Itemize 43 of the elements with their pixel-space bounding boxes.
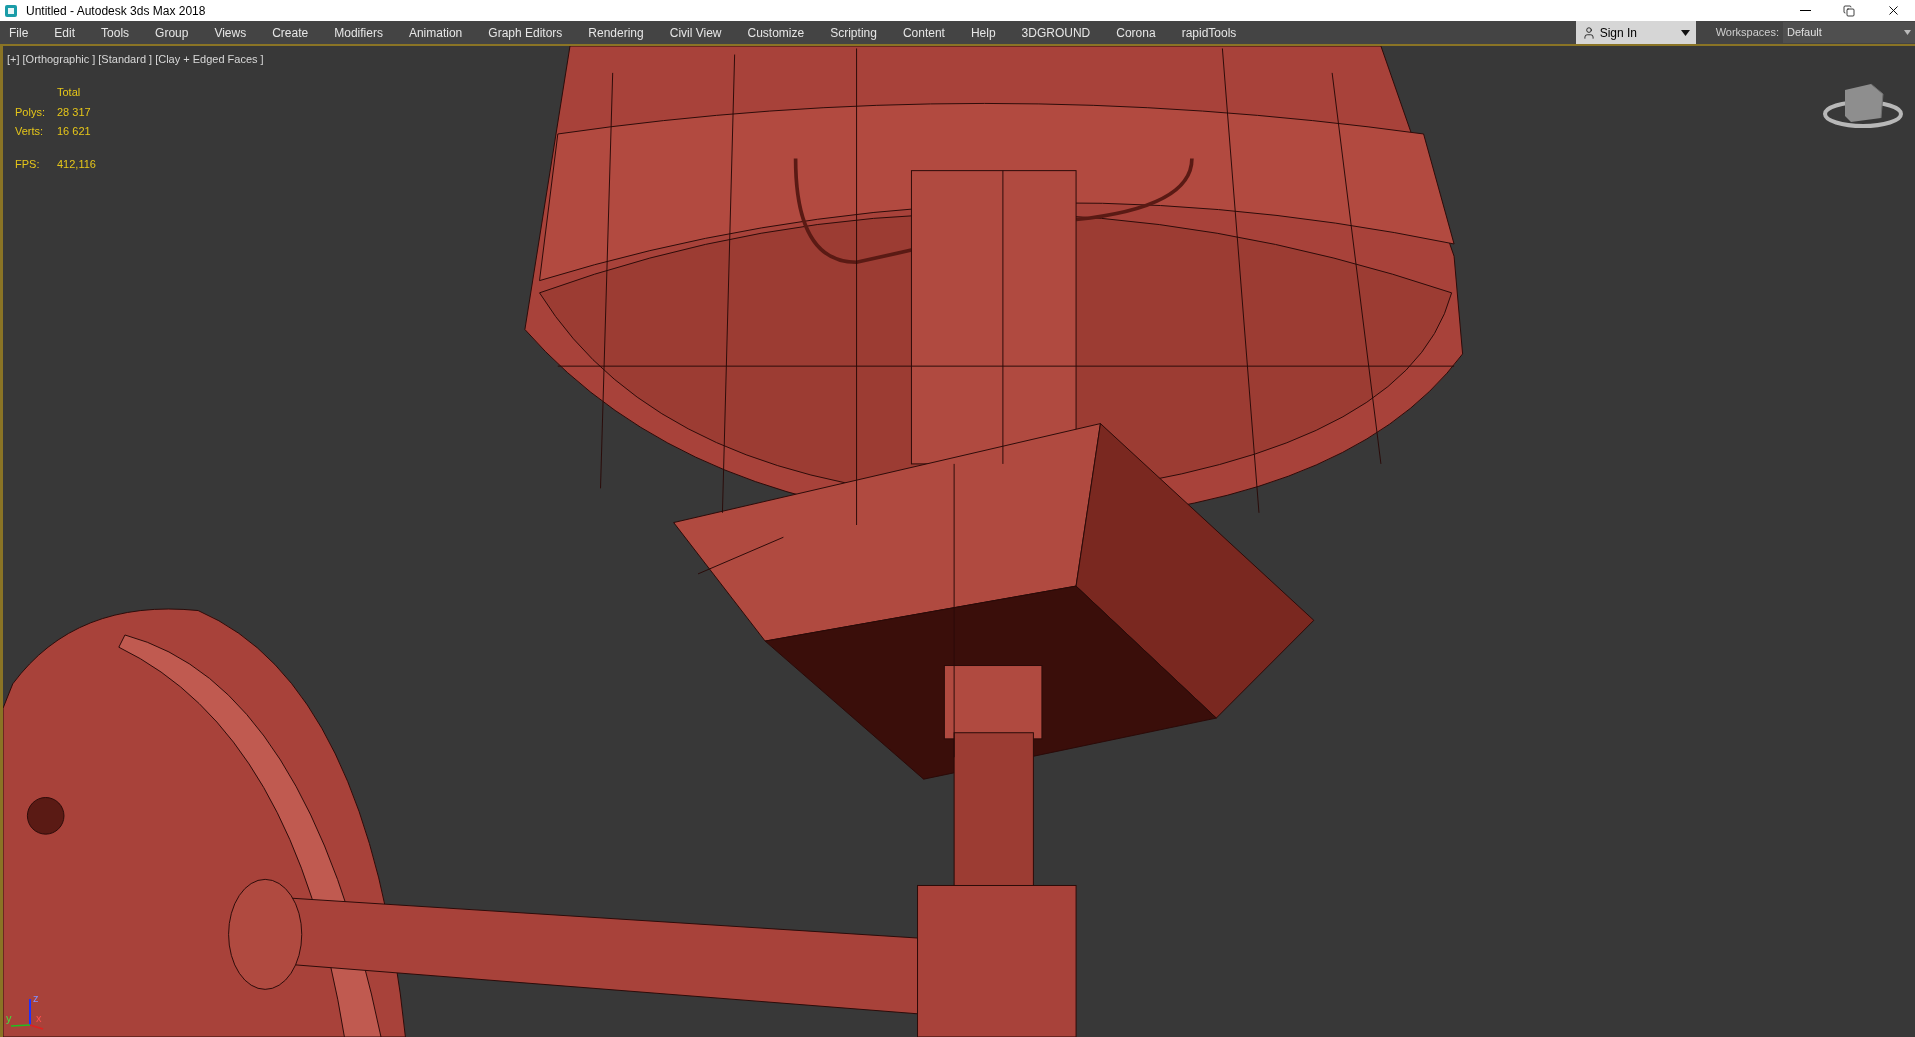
- menu-item[interactable]: 3DGROUND: [1021, 23, 1091, 42]
- stats-label: Verts:: [15, 124, 45, 139]
- stats-header: Total: [57, 85, 82, 100]
- menu-item[interactable]: Create: [272, 23, 309, 42]
- viewport-label[interactable]: [Orthographic ]: [22, 51, 96, 68]
- restore-icon: [1843, 4, 1855, 17]
- menu-item[interactable]: Scripting: [830, 23, 877, 42]
- menu-item[interactable]: Content: [902, 23, 945, 42]
- fps-label: FPS:: [15, 156, 41, 172]
- minimize-icon: [1799, 10, 1811, 11]
- user-icon: [1581, 25, 1596, 40]
- fps-value: 412,116: [57, 156, 96, 172]
- sign-in-dropdown[interactable]: Sign In: [1575, 21, 1696, 44]
- axis-label: z: [33, 992, 39, 1004]
- caret-icon: [1904, 30, 1911, 35]
- window-title: Untitled - Autodesk 3ds Max 2018: [26, 2, 206, 20]
- menu-item[interactable]: Graph Editors: [488, 23, 563, 42]
- menu-item[interactable]: File: [9, 23, 29, 42]
- viewport-label[interactable]: [+]: [7, 51, 20, 68]
- workspaces-label: Workspaces:: [1715, 25, 1779, 41]
- stats-value: 28 317: [57, 104, 92, 120]
- menu-item[interactable]: Tools: [101, 23, 130, 42]
- axis-tripod-icon: [10, 998, 44, 1030]
- caret-icon: [1680, 29, 1690, 36]
- menu-item[interactable]: Modifiers: [334, 23, 383, 42]
- menu-item[interactable]: Group: [155, 23, 189, 42]
- menu-item[interactable]: Views: [214, 23, 247, 42]
- menu-item[interactable]: Rendering: [588, 23, 644, 42]
- viewport-label[interactable]: [Clay + Edged Faces ]: [155, 51, 264, 68]
- stats-value: 16 621: [57, 124, 92, 139]
- axis-label: x: [36, 1012, 42, 1024]
- menu-item[interactable]: Help: [970, 23, 996, 42]
- menu-item[interactable]: Animation: [408, 23, 463, 42]
- stats-label: Polys:: [15, 104, 46, 120]
- menu-item[interactable]: Customize: [747, 23, 805, 42]
- menu-item[interactable]: Corona: [1116, 23, 1156, 42]
- viewport-label[interactable]: [Standard ]: [98, 51, 153, 68]
- app-icon: [4, 3, 18, 18]
- workspaces-dropdown[interactable]: Default: [1783, 22, 1915, 43]
- menu-item[interactable]: Edit: [54, 23, 76, 42]
- menu-item[interactable]: rapidTools: [1181, 23, 1237, 42]
- axis-label: y: [6, 1012, 12, 1024]
- menu-item[interactable]: Civil View: [669, 23, 722, 42]
